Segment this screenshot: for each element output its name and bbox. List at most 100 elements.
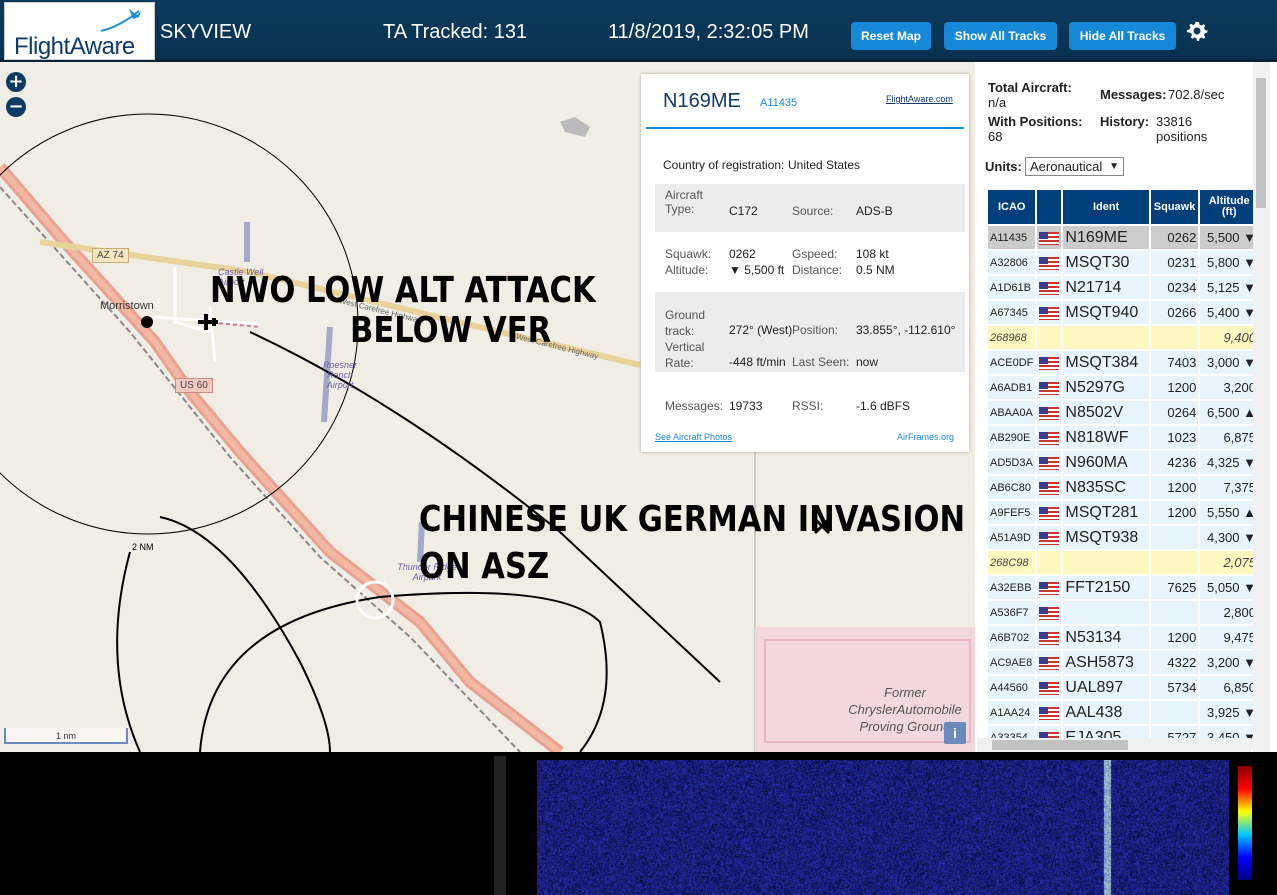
row-flag [1037, 276, 1062, 299]
col-squawk[interactable]: Squawk [1150, 190, 1199, 224]
table-row[interactable]: 268968 9,400 [988, 326, 1258, 349]
table-row[interactable]: A11435 N169ME 0262 5,500 ▼ [988, 226, 1258, 249]
row-altitude: 2,800 [1200, 601, 1258, 624]
detail-callsign: N169ME [663, 90, 741, 112]
row-ident: MSQT938 [1063, 526, 1149, 549]
row-altitude: 5,125 ▼ [1200, 276, 1258, 299]
sidebar-scroll-thumb[interactable] [1256, 78, 1266, 208]
row-ident: AAL438 [1063, 701, 1149, 724]
panel-divider[interactable] [494, 756, 506, 895]
table-row[interactable]: A67345 MSQT940 0266 5,400 ▼ [988, 301, 1258, 324]
table-row[interactable]: A32806 MSQT30 0231 5,800 ▼ [988, 251, 1258, 274]
row-altitude: 6,875 [1200, 426, 1258, 449]
country-value: United States [788, 158, 861, 172]
us-flag-icon [1039, 431, 1060, 445]
sidebar-scrollbar[interactable] [1253, 62, 1270, 752]
col-altitude[interactable]: Altitude (ft) [1200, 190, 1258, 224]
table-row[interactable]: A32EBB FFT2150 7625 5,050 ▼ [988, 576, 1258, 599]
row-icao: A44560 [988, 676, 1036, 699]
col-ident[interactable]: Ident [1063, 190, 1149, 224]
row-squawk: 1200 [1150, 626, 1199, 649]
with-positions-value: 68 [988, 129, 1003, 144]
aircraft-detail-panel: N169ME A11435 FlightAware.com Country of… [641, 74, 969, 452]
row-ident [1063, 601, 1149, 624]
flightaware-link[interactable]: FlightAware.com [886, 94, 953, 104]
overlay-text-2: BELOW VFR [350, 310, 552, 351]
col-icao[interactable]: ICAO [988, 190, 1036, 224]
table-row[interactable]: ABAA0A N8502V 0264 6,500 ▲ [988, 401, 1258, 424]
flightaware-logo[interactable]: FlightAware [4, 2, 155, 60]
table-row[interactable]: AC9AE8 ASH5873 4322 3,200 ▼ [988, 651, 1258, 674]
row-flag [1037, 501, 1062, 524]
selected-aircraft-icon[interactable] [196, 310, 220, 334]
units-select[interactable]: Aeronautical ▼ [1025, 157, 1124, 176]
row-squawk: 7625 [1150, 576, 1199, 599]
row-icao: A536F7 [988, 601, 1036, 624]
airframes-link[interactable]: AirFrames.org [897, 432, 954, 442]
waterfall-display[interactable] [537, 760, 1229, 895]
map-info-button[interactable]: i [944, 722, 966, 744]
row-altitude: 3,925 ▼ [1200, 701, 1258, 724]
zoom-out-button[interactable]: − [6, 97, 26, 117]
logo-text: FlightAware [14, 33, 135, 60]
row-icao: 268968 [988, 326, 1036, 349]
row-icao: A67345 [988, 301, 1036, 324]
row-ident: N169ME [1063, 226, 1149, 249]
gear-icon[interactable] [1186, 20, 1210, 44]
vrate-value: -448 ft/min [729, 355, 786, 369]
az74-shield: AZ 74 [92, 248, 129, 263]
messages-value: 19733 [729, 399, 763, 413]
table-row[interactable]: A6ADB1 N5297G 1200 3,200 [988, 376, 1258, 399]
total-aircraft-label: Total Aircraft: [988, 80, 1072, 95]
table-row[interactable]: AD5D3A N960MA 4236 4,325 ▼ [988, 451, 1258, 474]
row-flag [1037, 476, 1062, 499]
reset-map-button[interactable]: Reset Map [851, 22, 931, 50]
history-value: 33816 positions [1156, 114, 1208, 144]
table-row[interactable]: AB290E N818WF 1023 6,875 [988, 426, 1258, 449]
us-flag-icon [1039, 406, 1060, 420]
row-squawk [1150, 701, 1199, 724]
row-flag [1037, 326, 1062, 349]
table-row[interactable]: A6B702 N53134 1200 9,475 [988, 626, 1258, 649]
table-row[interactable]: A1AA24 AAL438 3,925 ▼ [988, 701, 1258, 724]
table-row[interactable]: A536F7 2,800 [988, 601, 1258, 624]
table-row[interactable]: A51A9D MSQT938 4,300 ▼ [988, 526, 1258, 549]
hide-all-tracks-button[interactable]: Hide All Tracks [1069, 22, 1176, 50]
vrate-label: Vertical Rate: [665, 340, 705, 370]
row-altitude: 3,200 ▼ [1200, 651, 1258, 674]
table-row[interactable]: ACE0DF MSQT384 7403 3,000 ▼ [988, 351, 1258, 374]
units-label: Units: [985, 159, 1022, 174]
row-ident: ASH5873 [1063, 651, 1149, 674]
morristown-label: Morristown [100, 300, 154, 312]
row-icao: 268C98 [988, 551, 1036, 574]
table-row[interactable]: A9FEF5 MSQT281 1200 5,550 ▲ [988, 501, 1258, 524]
row-flag [1037, 376, 1062, 399]
row-flag [1037, 576, 1062, 599]
gspeed-value: 108 kt [856, 247, 889, 261]
row-squawk [1150, 601, 1199, 624]
us-flag-icon [1039, 681, 1060, 695]
country-label: Country of registration: [663, 158, 785, 172]
row-icao: A11435 [988, 226, 1036, 249]
us60-shield: US 60 [175, 378, 213, 393]
table-row[interactable]: AB6C80 N835SC 1200 7,375 [988, 476, 1258, 499]
row-altitude: 9,400 [1200, 326, 1258, 349]
aircraft-photos-link[interactable]: See Aircraft Photos [655, 432, 732, 442]
row-squawk: 1200 [1150, 501, 1199, 524]
table-horizontal-scrollbar[interactable] [977, 738, 1251, 752]
hscroll-thumb[interactable] [992, 740, 1128, 750]
us-flag-icon [1039, 606, 1060, 620]
show-all-tracks-button[interactable]: Show All Tracks [944, 22, 1057, 50]
us-flag-icon [1039, 281, 1060, 295]
row-ident: N818WF [1063, 426, 1149, 449]
row-icao: A9FEF5 [988, 501, 1036, 524]
us-flag-icon [1039, 581, 1060, 595]
row-icao: AB290E [988, 426, 1036, 449]
scale-bar: 1 nm [4, 728, 128, 744]
table-row[interactable]: A1D61B N21714 0234 5,125 ▼ [988, 276, 1258, 299]
messages-rate-label: Messages: [1100, 87, 1167, 102]
table-row[interactable]: 268C98 2,075 [988, 551, 1258, 574]
zoom-in-button[interactable]: + [6, 72, 26, 92]
us-flag-icon [1039, 231, 1060, 245]
table-row[interactable]: A44560 UAL897 5734 6,850 [988, 676, 1258, 699]
